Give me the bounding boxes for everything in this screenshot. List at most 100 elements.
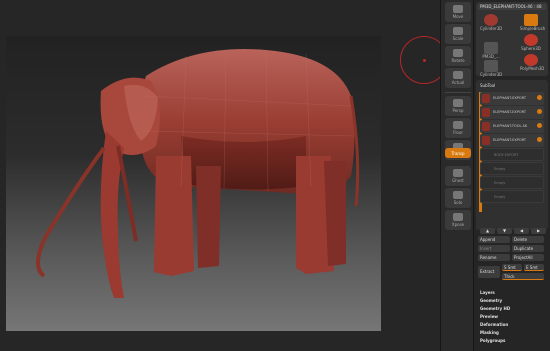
polymesh-icon xyxy=(524,54,538,66)
subtool-slot[interactable]: Empty xyxy=(480,190,544,203)
shelf-button-actual[interactable]: Actual xyxy=(445,68,471,88)
shelf-label: Actual xyxy=(451,80,465,85)
subtool-thumb xyxy=(482,136,490,145)
thumb-label: Cylinder3D xyxy=(480,26,503,31)
menu-masking[interactable]: Masking xyxy=(480,330,499,335)
shelf-label: Floor xyxy=(453,130,463,135)
menu-preview[interactable]: Preview xyxy=(480,314,498,319)
tool-thumb-current[interactable]: Cylinder3D xyxy=(480,14,502,32)
tool-thumb-sphere[interactable]: Sphere3D xyxy=(520,34,542,52)
eye-icon[interactable] xyxy=(537,123,542,128)
shelf-label: Xpose xyxy=(451,222,465,227)
menu-deformation[interactable]: Deformation xyxy=(480,322,508,327)
subtool-label: ELEPHANT-EXPORT xyxy=(493,138,526,142)
shelf-label: Solo xyxy=(453,200,463,205)
subtool-thumb xyxy=(482,108,490,117)
shelf-label: Rotate xyxy=(451,58,465,63)
thumb-label: PolyMesh3D xyxy=(520,66,545,71)
subtool-slot[interactable]: Empty xyxy=(480,176,544,189)
document-canvas[interactable] xyxy=(6,36,381,331)
subtool-slot[interactable]: Empty xyxy=(480,162,544,175)
duplicate-button[interactable]: Duplicate xyxy=(512,245,544,252)
insert-button[interactable]: Insert xyxy=(478,245,510,252)
tool-thumb-cylinder[interactable]: Cylinder3D xyxy=(480,60,502,78)
subtool-slot[interactable]: ELEPHANT-EXPORT xyxy=(480,92,544,105)
brush-center xyxy=(423,59,426,62)
tool-thumb-simplebrush[interactable]: SimpleBrush xyxy=(520,14,546,32)
e-smooth-slider[interactable]: E Smt xyxy=(524,264,544,271)
thumb-label: PM3D_... xyxy=(482,54,500,59)
shelf-button-solo[interactable]: Solo xyxy=(445,188,471,208)
shelf-button-rotate[interactable]: Rotate xyxy=(445,46,471,66)
solo-icon xyxy=(453,191,463,199)
subtool-slot[interactable]: BODY-EXPORT xyxy=(480,148,544,161)
tool-thumb-pm3d[interactable]: PM3D_... xyxy=(480,42,502,60)
shelf-button-floor[interactable]: Floor xyxy=(445,118,471,138)
actual-icon xyxy=(453,71,463,79)
shelf-button-ghost[interactable]: Ghost xyxy=(445,166,471,186)
workspace xyxy=(0,0,448,351)
arrow-right-button[interactable]: ▶ xyxy=(531,228,546,234)
eye-icon[interactable] xyxy=(537,137,542,142)
project-all-button[interactable]: ProjectAll xyxy=(512,254,544,261)
simplebrush-icon xyxy=(524,14,538,26)
shelf-button-xpose[interactable]: Xpose xyxy=(445,210,471,230)
subtool-label: Empty xyxy=(494,195,506,199)
menu-polygroups[interactable]: Polygroups xyxy=(480,338,505,343)
shelf-button-move[interactable]: Move xyxy=(445,2,471,22)
subtool-label: Empty xyxy=(494,181,506,185)
persp-icon xyxy=(453,99,463,107)
tool-palette: PM3D_ELEPHANT-TOOL-46 : 48 Cylinder3D Si… xyxy=(474,0,550,351)
append-button[interactable]: Append xyxy=(478,236,510,243)
thumb-label: SimpleBrush xyxy=(520,26,546,31)
thumb-label: Sphere3D xyxy=(521,46,541,51)
shelf-divider xyxy=(445,92,471,93)
eye-icon[interactable] xyxy=(537,109,542,114)
subtool-thumb xyxy=(482,122,490,131)
menu-geometry[interactable]: Geometry xyxy=(480,298,502,303)
delete-button[interactable]: Delete xyxy=(512,236,544,243)
arrow-up-button[interactable]: ▲ xyxy=(480,228,495,234)
shelf-label: Move xyxy=(452,14,464,19)
subtool-label: ELEPHANT-TOOL-SK xyxy=(493,124,528,128)
s-smooth-slider[interactable]: S Smt xyxy=(502,264,522,271)
subtool-thumb xyxy=(482,94,490,103)
shelf-button-scale[interactable]: Scale xyxy=(445,24,471,44)
rotate-icon xyxy=(453,49,463,57)
eye-icon[interactable] xyxy=(537,95,542,100)
tool-title: PM3D_ELEPHANT-TOOL-46 : 48 xyxy=(478,4,546,10)
shelf-button-transp[interactable]: Transp xyxy=(445,148,471,158)
move-icon xyxy=(453,5,463,13)
xpose-icon xyxy=(453,213,463,221)
shelf-button-persp[interactable]: Persp xyxy=(445,96,471,116)
right-shelf: Move Scale Rotate Actual Persp Floor Fra… xyxy=(440,0,474,351)
menu-layers[interactable]: Layers xyxy=(480,290,495,295)
shelf-label: Transp xyxy=(451,151,465,156)
thickness-slider[interactable]: Thick xyxy=(502,273,544,280)
extract-button[interactable]: Extract xyxy=(478,266,500,278)
scale-icon xyxy=(453,27,463,35)
sphere-icon xyxy=(524,34,538,46)
rename-button[interactable]: Rename xyxy=(478,254,510,261)
menu-geometry-hd[interactable]: Geometry HD xyxy=(480,306,510,311)
subtool-panel: SubTool ELEPHANT-EXPORT ELEPHANT-EXPORT … xyxy=(476,80,548,230)
subtool-slot[interactable]: ELEPHANT-EXPORT xyxy=(480,106,544,119)
shelf-label: Persp xyxy=(452,108,464,113)
subtool-label: ELEPHANT-EXPORT xyxy=(493,96,526,100)
subtool-slot[interactable]: ELEPHANT-EXPORT xyxy=(480,134,544,147)
tool-thumb-polymesh[interactable]: PolyMesh3D xyxy=(520,54,545,72)
thumb-label: Cylinder3D xyxy=(480,72,503,77)
shelf-label: Ghost xyxy=(452,178,464,183)
thumb-image xyxy=(484,14,498,26)
subtool-header: SubTool xyxy=(480,83,496,88)
subtool-label: Empty xyxy=(494,167,506,171)
subtool-slot[interactable]: ELEPHANT-TOOL-SK xyxy=(480,120,544,133)
ghost-icon xyxy=(453,169,463,177)
arrow-down-button[interactable]: ▼ xyxy=(497,228,512,234)
arrow-left-button[interactable]: ◀ xyxy=(514,228,529,234)
shelf-label: Scale xyxy=(452,36,464,41)
elephant-model[interactable] xyxy=(6,36,381,331)
thumb-image xyxy=(484,42,498,54)
subtool-label: BODY-EXPORT xyxy=(494,153,519,157)
thumb-image xyxy=(484,60,498,72)
